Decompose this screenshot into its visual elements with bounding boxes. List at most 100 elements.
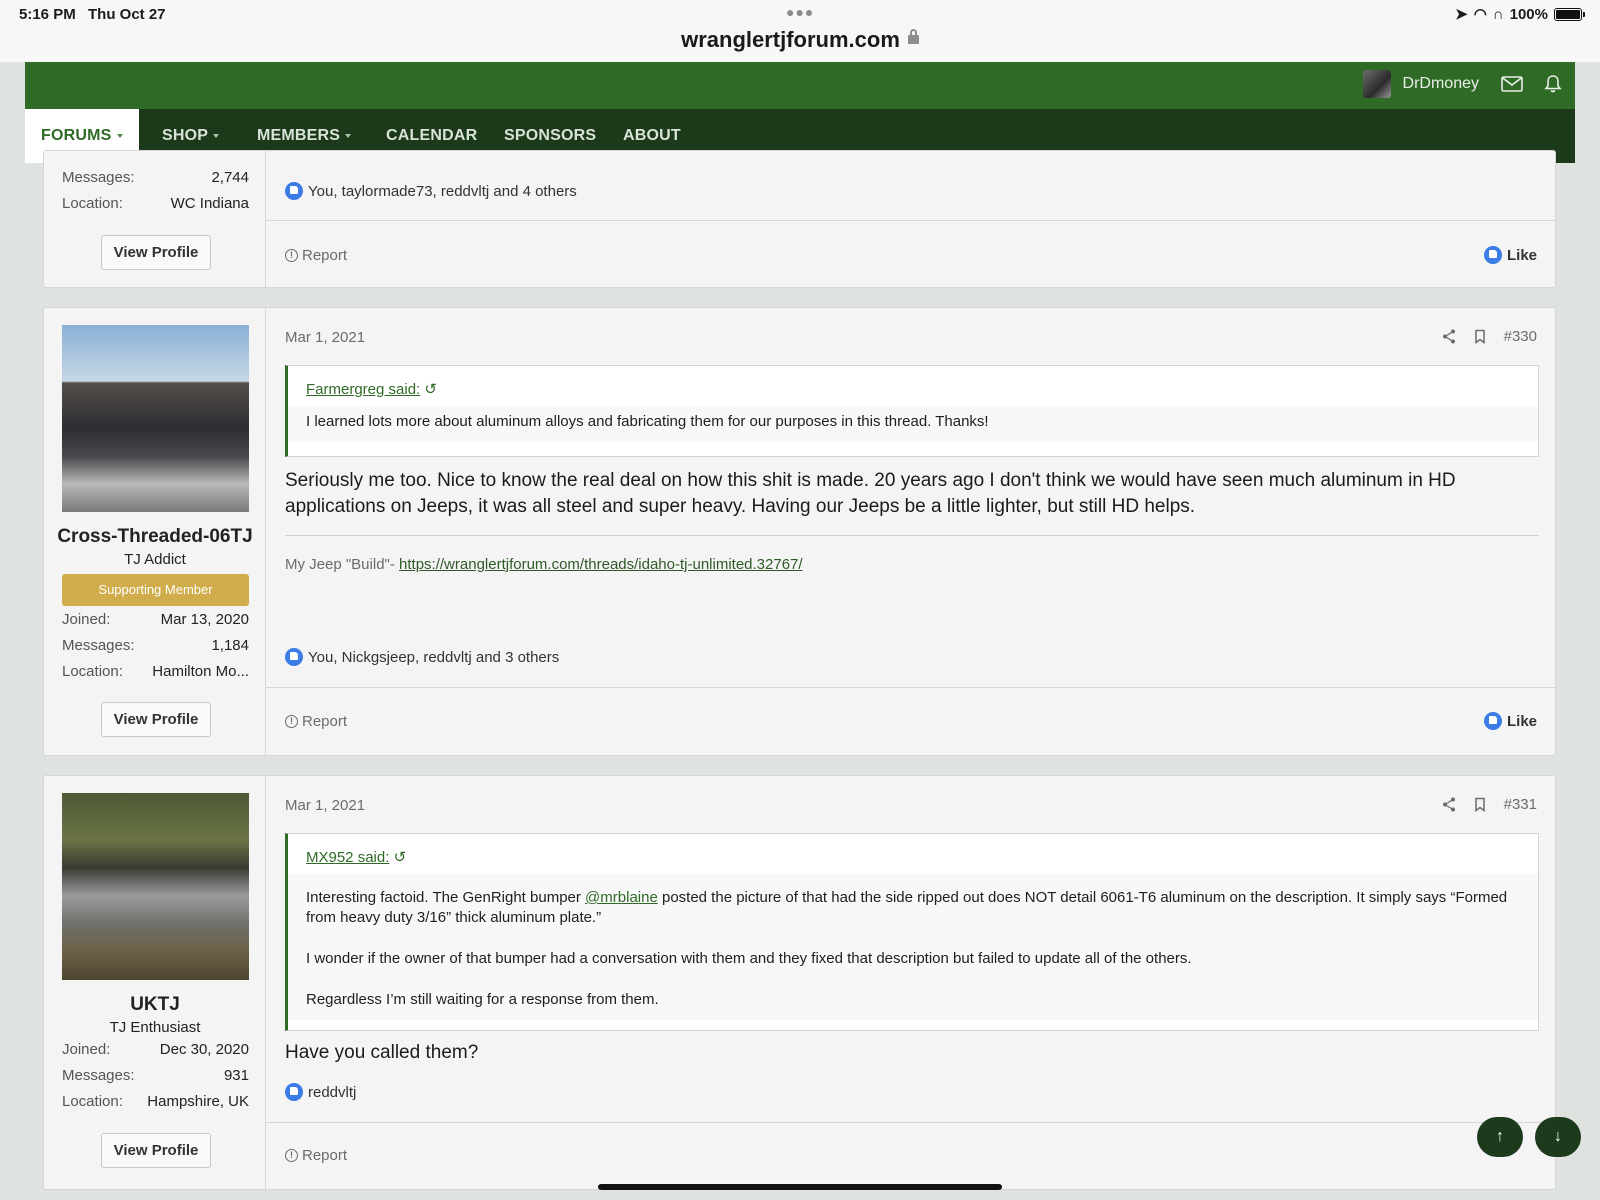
view-profile-button[interactable]: View Profile xyxy=(101,1133,211,1168)
stat-label: Location: xyxy=(62,1093,123,1110)
view-profile-button[interactable]: View Profile xyxy=(101,702,211,737)
report-link[interactable]: ! Report xyxy=(285,247,347,264)
home-indicator[interactable] xyxy=(598,1184,1002,1190)
stat-value: Hamilton Mo... xyxy=(152,663,249,680)
stat-label: Joined: xyxy=(62,1041,111,1058)
like-button[interactable]: Like xyxy=(1483,712,1537,730)
nav-forums-label: FORUMS xyxy=(41,127,112,144)
post-user-panel: Messages: 2,744 Location: WC Indiana View … xyxy=(44,151,266,287)
info-icon: ! xyxy=(285,1149,298,1162)
signature-link[interactable]: https://wranglertjforum.com/threads/idah… xyxy=(399,556,803,573)
post-number[interactable]: #330 xyxy=(1504,328,1537,345)
address-bar[interactable]: wranglertjforum.com xyxy=(0,27,1600,53)
post-tools: #331 xyxy=(1442,796,1537,813)
info-icon: ! xyxy=(285,715,298,728)
stat-value: Mar 13, 2020 xyxy=(160,611,249,628)
post-body: Have you called them? xyxy=(285,1042,479,1063)
quote-author[interactable]: MX952 said: ↺ xyxy=(288,834,1538,874)
report-link[interactable]: ! Report xyxy=(285,713,347,730)
quote-paragraph: I wonder if the owner of that bumper had… xyxy=(306,950,1192,967)
stat-location: Location: WC Indiana xyxy=(62,195,249,212)
stat-label: Messages: xyxy=(62,1067,135,1084)
bell-icon[interactable] xyxy=(1543,74,1563,94)
stat-value: 931 xyxy=(223,1067,249,1084)
chevron-down-icon xyxy=(116,133,123,138)
like-label: Like xyxy=(1506,246,1537,264)
likes-summary[interactable]: You, Nickgsjeep, reddvltj and 3 others xyxy=(285,648,559,666)
quote-text-start: Interesting factoid. The GenRight bumper xyxy=(306,889,586,906)
report-label: Report xyxy=(302,247,348,264)
stat-label: Messages: xyxy=(62,637,135,654)
more-dots-icon[interactable]: ●●● xyxy=(786,4,814,20)
account-username[interactable]: DrDmoney xyxy=(1403,75,1479,93)
chevron-down-icon xyxy=(213,133,220,138)
stat-value: 1,184 xyxy=(211,637,249,654)
quote-author[interactable]: Farmergreg said: ↺ xyxy=(288,366,1538,406)
thumbs-up-icon xyxy=(1483,712,1502,730)
report-link[interactable]: ! Report xyxy=(285,1147,347,1164)
user-title: TJ Addict xyxy=(124,551,186,568)
battery-icon xyxy=(1554,7,1585,21)
user-avatar[interactable] xyxy=(62,325,249,512)
arrow-down-icon: ↓ xyxy=(1554,1128,1562,1145)
stat-messages: Messages: 931 xyxy=(62,1067,249,1084)
account-avatar[interactable] xyxy=(1362,70,1391,98)
like-button[interactable]: Like xyxy=(1483,246,1537,264)
post-username[interactable]: UKTJ xyxy=(44,994,266,1016)
action-divider xyxy=(266,687,1555,688)
view-profile-button[interactable]: View Profile xyxy=(101,235,211,270)
status-time: 5:16 PM xyxy=(19,6,76,23)
supporting-member-badge: Supporting Member xyxy=(62,574,249,606)
nav-members-label: MEMBERS xyxy=(257,127,341,144)
user-avatar[interactable] xyxy=(62,793,249,980)
stat-joined: Joined: Dec 30, 2020 xyxy=(62,1041,249,1058)
battery-percent: 100% xyxy=(1509,5,1548,23)
quote-author-name: MX952 said: xyxy=(306,849,390,866)
action-divider xyxy=(266,1122,1555,1123)
report-label: Report xyxy=(302,713,348,730)
signature-divider xyxy=(285,535,1539,536)
reply-arrow-icon: ↺ xyxy=(393,849,407,866)
post-username[interactable]: Cross-Threaded-06TJ xyxy=(44,526,266,548)
site-header: DrDmoney xyxy=(25,62,1575,109)
thumbs-up-icon xyxy=(1483,246,1502,264)
quote-text: Interesting factoid. The GenRight bumper… xyxy=(288,874,1538,1020)
likes-summary[interactable]: You, taylormade73, reddvltj and 4 others xyxy=(285,182,577,200)
stat-location: Location: Hampshire, UK xyxy=(62,1093,249,1110)
status-indicators: ➤ ◠ ∩ 100% xyxy=(1455,5,1585,23)
post-number[interactable]: #331 xyxy=(1504,796,1537,813)
bookmark-icon[interactable] xyxy=(1474,797,1486,812)
status-bar: 5:16 PM Thu Oct 27 ●●● ➤ ◠ ∩ 100% wrangl… xyxy=(0,0,1600,62)
report-label: Report xyxy=(302,1147,348,1164)
quote-author-name: Farmergreg said: xyxy=(306,381,421,398)
post-date[interactable]: Mar 1, 2021 xyxy=(285,329,365,346)
quote-block: MX952 said: ↺ Interesting factoid. The G… xyxy=(285,833,1539,1031)
post-body: Seriously me too. Nice to know the real … xyxy=(285,470,1456,517)
thumbs-up-icon xyxy=(285,1083,303,1101)
quote-paragraph: Regardless I’m still waiting for a respo… xyxy=(306,991,659,1008)
stat-label: Joined: xyxy=(62,611,111,628)
share-icon[interactable] xyxy=(1442,329,1456,344)
stat-messages: Messages: 1,184 xyxy=(62,637,249,654)
thumbs-up-icon xyxy=(285,648,303,666)
mail-icon[interactable] xyxy=(1501,76,1523,92)
scroll-bottom-button[interactable]: ↓ xyxy=(1535,1117,1581,1157)
likes-summary[interactable]: reddvltj xyxy=(285,1083,356,1101)
post-date[interactable]: Mar 1, 2021 xyxy=(285,797,365,814)
headphones-icon: ∩ xyxy=(1492,5,1504,23)
user-mention[interactable]: @mrblaine xyxy=(585,889,658,906)
location-arrow-icon: ➤ xyxy=(1455,6,1468,23)
stat-messages: Messages: 2,744 xyxy=(62,169,249,186)
action-divider xyxy=(266,220,1555,221)
reply-arrow-icon: ↺ xyxy=(424,381,437,398)
address-url: wranglertjforum.com xyxy=(681,27,900,52)
nav-shop-label: SHOP xyxy=(162,127,209,144)
stat-value: Dec 30, 2020 xyxy=(159,1041,249,1058)
bookmark-icon[interactable] xyxy=(1474,329,1486,344)
scroll-top-button[interactable]: ↑ xyxy=(1477,1117,1523,1157)
post-user-panel: Cross-Threaded-06TJ TJ Addict Supporting… xyxy=(44,308,266,755)
post-330: Cross-Threaded-06TJ TJ Addict Supporting… xyxy=(43,307,1556,756)
lock-icon xyxy=(907,28,919,44)
signature-label: My Jeep "Build"- xyxy=(285,556,400,573)
share-icon[interactable] xyxy=(1442,797,1456,812)
